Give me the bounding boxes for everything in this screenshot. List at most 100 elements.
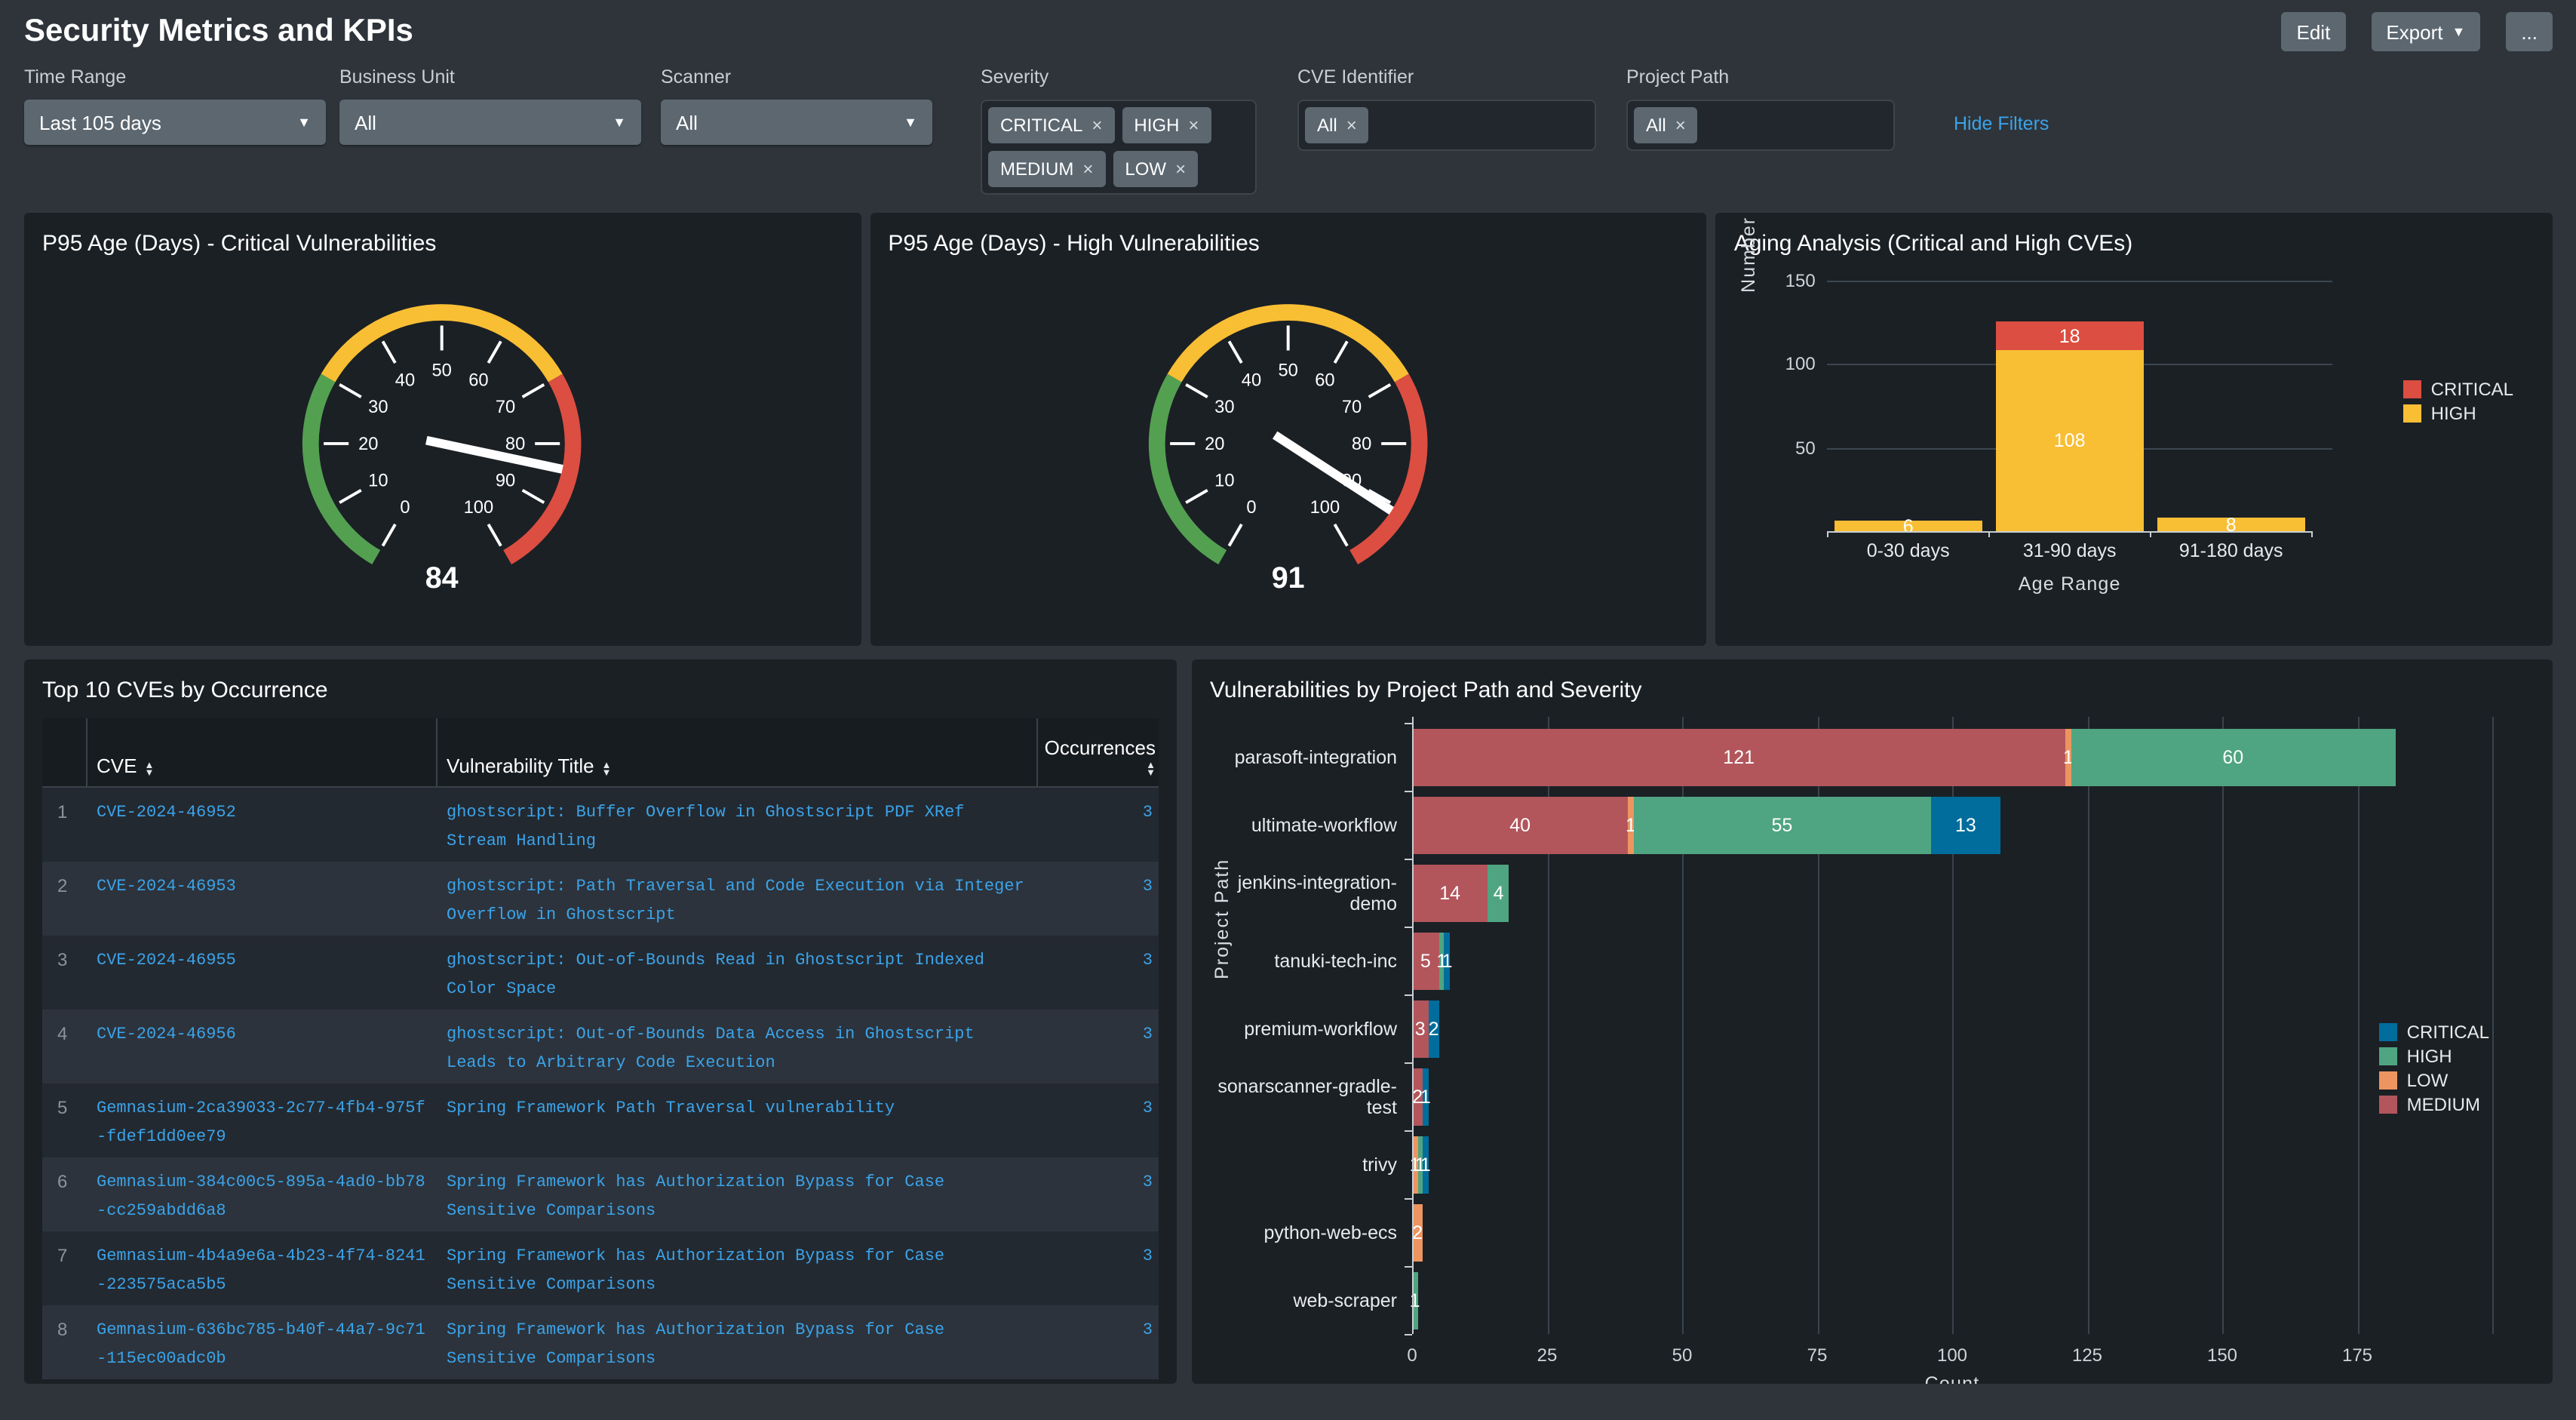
panel-title: Aging Analysis (Critical and High CVEs) [1734,231,2535,257]
panel-title: Vulnerabilities by Project Path and Seve… [1210,678,2535,703]
legend-entry[interactable]: HIGH [2380,1046,2489,1067]
table-row: 2CVE-2024-46953ghostscript: Path Travers… [42,862,1159,936]
sort-icon[interactable]: ▲▼ [1146,762,1156,777]
vulnerability-title-link[interactable]: ghostscript: Out-of-Bounds Data Access i… [447,1026,975,1073]
remove-token-icon[interactable]: × [1346,115,1357,136]
cve-link[interactable]: Gemnasium-636bc785-b40f-44a7-9c71-115ec0… [97,1322,425,1369]
bar-value-label: 18 [1995,325,2144,346]
business-unit-select[interactable]: All ▼ [339,100,641,145]
gauge-tick-label: 20 [1204,435,1224,454]
more-button[interactable]: ... [2506,12,2553,51]
scanner-select[interactable]: All ▼ [661,100,932,145]
chevron-down-icon: ▼ [297,115,311,130]
vulnerability-title-link[interactable]: ghostscript: Path Traversal and Code Exe… [447,878,1024,925]
occurrences-link[interactable]: 3 [1143,1248,1153,1266]
bar-value-label: 60 [2222,746,2243,767]
remove-token-icon[interactable]: × [1188,115,1199,136]
chevron-down-icon: ▼ [2452,24,2465,39]
occurrences-cell: 3 [1038,1305,1159,1379]
legend-entry[interactable]: MEDIUM [2380,1094,2489,1115]
legend-entry[interactable]: HIGH [2404,403,2513,424]
bar-value-label: 5 [1420,950,1431,971]
table-header: CVE ▲▼ Vulnerability Title ▲▼ Occurrence… [42,718,1159,788]
legend-swatch [2380,1071,2398,1090]
cve-link[interactable]: CVE-2024-46952 [97,804,236,822]
cve-link[interactable]: Gemnasium-4b4a9e6a-4b23-4f74-8241-223575… [97,1248,425,1295]
remove-token-icon[interactable]: × [1675,115,1686,136]
y-axis-tick [1405,1062,1412,1064]
severity-token[interactable]: CRITICAL× [988,107,1114,143]
cve-cell: CVE-2024-46952 [88,788,438,862]
time-range-select[interactable]: Last 105 days ▼ [24,100,326,145]
remove-token-icon[interactable]: × [1082,158,1093,180]
filter-business-unit: Business Unit All ▼ [339,66,641,145]
legend-entry[interactable]: CRITICAL [2380,1022,2489,1043]
severity-token[interactable]: HIGH× [1122,107,1211,143]
project-path-input[interactable]: All× [1626,100,1895,151]
occurrences-link[interactable]: 3 [1143,1026,1153,1044]
table-row: 3 CVE-2024-46955 ghostscript: Out-of-Bound… [42,936,1159,1010]
vulnerability-title-cell: ghostscript: Out-of-Bounds Read in Ghost… [438,936,1038,1010]
legend-entry[interactable]: LOW [2380,1070,2489,1091]
y-axis-category-label: python-web-ecs [1210,1222,1397,1243]
bar-value-label: 108 [1995,430,2144,451]
y-axis-tick-label: 100 [1770,354,1816,375]
y-axis-tick [1405,723,1412,724]
severity-label: Severity [981,66,1257,88]
cve-identifier-label: CVE Identifier [1297,66,1596,88]
edit-button[interactable]: Edit [2282,12,2346,51]
vulnerability-title-link[interactable]: ghostscript: Out-of-Bounds Read in Ghost… [447,952,984,999]
occurrences-column-header[interactable]: Occurrences ▲▼ [1038,718,1159,786]
x-axis-category-label: 91-180 days [2179,540,2283,561]
time-range-label: Time Range [24,66,326,88]
cve-link[interactable]: CVE-2024-46956 [97,1026,236,1044]
cve-link[interactable]: CVE-2024-46953 [97,878,236,896]
cve-cell: Gemnasium-2ca39033-2c77-4fb4-975f-fdef1d… [88,1083,438,1157]
severity-token[interactable]: LOW× [1113,151,1198,187]
row-number: 7 [42,1231,88,1305]
scanner-label: Scanner [661,66,932,88]
gauge-tick [1185,385,1207,398]
severity-token[interactable]: MEDIUM× [988,151,1105,187]
gauge-tick [1229,341,1242,363]
remove-token-icon[interactable]: × [1091,115,1102,136]
project-path-token[interactable]: All× [1634,107,1698,143]
y-axis-tick-label: 150 [1770,270,1816,291]
gauge-high: 010203040506070809010091 [888,260,1688,622]
occurrences-link[interactable]: 3 [1143,1174,1153,1192]
bar-value-label: 1 [1420,1086,1431,1107]
cve-identifier-token[interactable]: All× [1305,107,1369,143]
export-button[interactable]: Export▼ [2371,12,2480,51]
y-axis-tick [1405,1198,1412,1200]
vulnerability-title-link[interactable]: Spring Framework has Authorization Bypas… [447,1248,944,1295]
y-axis-tick [1405,1130,1412,1132]
vulnerability-title-column-header[interactable]: Vulnerability Title ▲▼ [438,718,1038,786]
cve-identifier-input[interactable]: All× [1297,100,1596,151]
remove-token-icon[interactable]: × [1175,158,1186,180]
legend-entry[interactable]: CRITICAL [2404,379,2513,400]
gauge-tick-label: 60 [1315,371,1334,391]
y-axis-tick [1405,994,1412,996]
panel-gauge-critical: P95 Age (Days) - Critical Vulnerabilitie… [24,213,861,646]
occurrences-link[interactable]: 3 [1143,878,1153,896]
occurrences-link[interactable]: 3 [1143,1322,1153,1340]
gauge-tick-label: 90 [496,472,515,491]
severity-multiselect[interactable]: CRITICAL×HIGH× MEDIUM×LOW× [981,100,1257,195]
cve-link[interactable]: Gemnasium-2ca39033-2c77-4fb4-975f-fdef1d… [97,1100,425,1147]
vulnerability-title-link[interactable]: Spring Framework has Authorization Bypas… [447,1322,944,1369]
occurrences-link[interactable]: 3 [1143,1100,1153,1118]
occurrences-link[interactable]: 3 [1143,952,1153,970]
sort-icon[interactable]: ▲▼ [602,762,612,777]
hide-filters-link[interactable]: Hide Filters [1954,113,2049,134]
vulnerability-title-link[interactable]: ghostscript: Buffer Overflow in Ghostscr… [447,804,965,851]
gauge-tick [488,524,501,546]
cve-column-header[interactable]: CVE ▲▼ [88,718,438,786]
cve-link[interactable]: CVE-2024-46955 [97,952,236,970]
occurrences-link[interactable]: 3 [1143,804,1153,822]
gauge-tick [382,341,395,363]
sort-icon[interactable]: ▲▼ [144,762,154,777]
bar-value-label: 3 [1415,1018,1426,1039]
vulnerability-title-link[interactable]: Spring Framework Path Traversal vulnerab… [447,1100,895,1118]
cve-link[interactable]: Gemnasium-384c00c5-895a-4ad0-bb78-cc259a… [97,1174,425,1221]
vulnerability-title-link[interactable]: Spring Framework has Authorization Bypas… [447,1174,944,1221]
